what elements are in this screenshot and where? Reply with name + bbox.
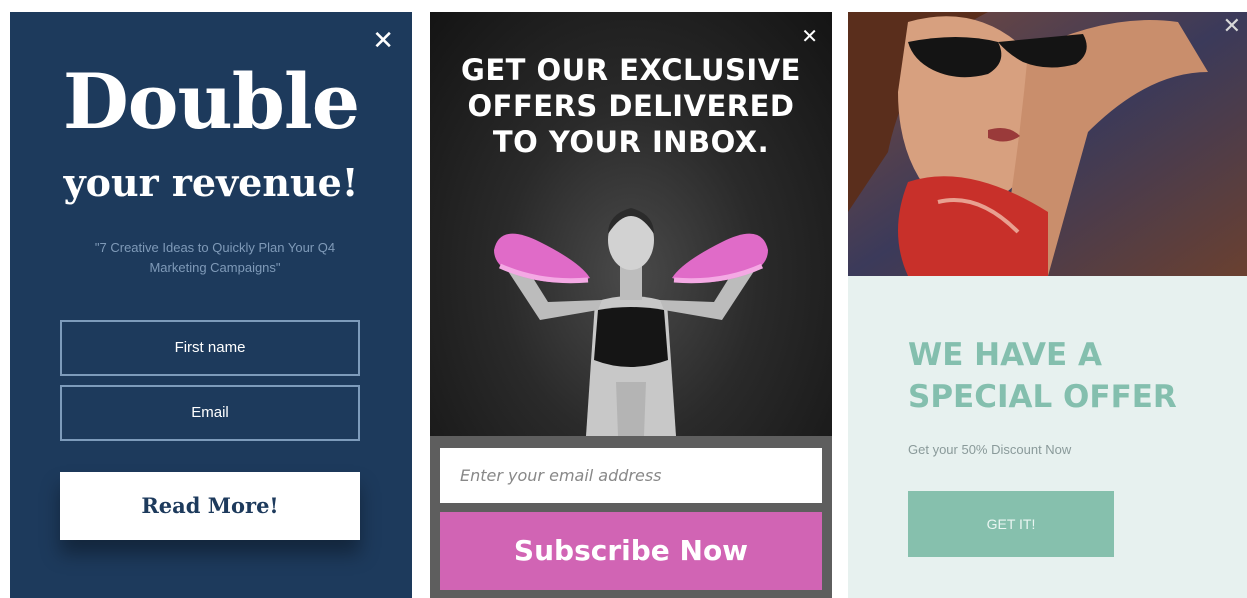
popup-title-line2: your revenue! [63, 160, 359, 205]
subscribe-popup: ✕ GET OUR EXCLUSIVE OFFERS DELIVERED TO … [430, 12, 832, 598]
subscribe-button[interactable]: Subscribe Now [440, 512, 822, 590]
popup-title-line1: Double [62, 57, 360, 146]
athlete-photo [494, 208, 768, 436]
special-offer-popup: ✕ WE HAVE A SPECIAL OFFER Get your 50% D… [848, 12, 1247, 598]
offer-subtitle: Get your 50% Discount Now [908, 442, 1072, 457]
close-icon[interactable]: ✕ [372, 26, 394, 56]
popup-headline: GET OUR EXCLUSIVE OFFERS DELIVERED TO YO… [430, 52, 832, 160]
offer-headline: WE HAVE A SPECIAL OFFER [908, 334, 1177, 418]
headline-line3: TO YOUR INBOX. [492, 125, 770, 159]
offer-headline-line1: WE HAVE A [908, 337, 1102, 373]
close-icon[interactable]: ✕ [1223, 14, 1241, 39]
read-more-button[interactable]: Read More! [60, 472, 360, 540]
close-icon[interactable]: ✕ [801, 24, 818, 48]
email-input[interactable]: Enter your email address [440, 448, 822, 503]
popup-subtitle: "7 Creative Ideas to Quickly Plan Your Q… [94, 240, 336, 275]
offer-headline-line2: SPECIAL OFFER [908, 379, 1177, 415]
email-field[interactable]: Email [60, 385, 360, 441]
first-name-field[interactable]: First name [60, 320, 360, 376]
headline-line1: GET OUR EXCLUSIVE [461, 53, 801, 87]
get-it-button[interactable]: GET IT! [908, 491, 1114, 557]
revenue-popup: ✕ Double your revenue! "7 Creative Ideas… [10, 12, 412, 598]
headline-line2: OFFERS DELIVERED [467, 89, 795, 123]
sunglasses-model-photo [848, 12, 1247, 276]
